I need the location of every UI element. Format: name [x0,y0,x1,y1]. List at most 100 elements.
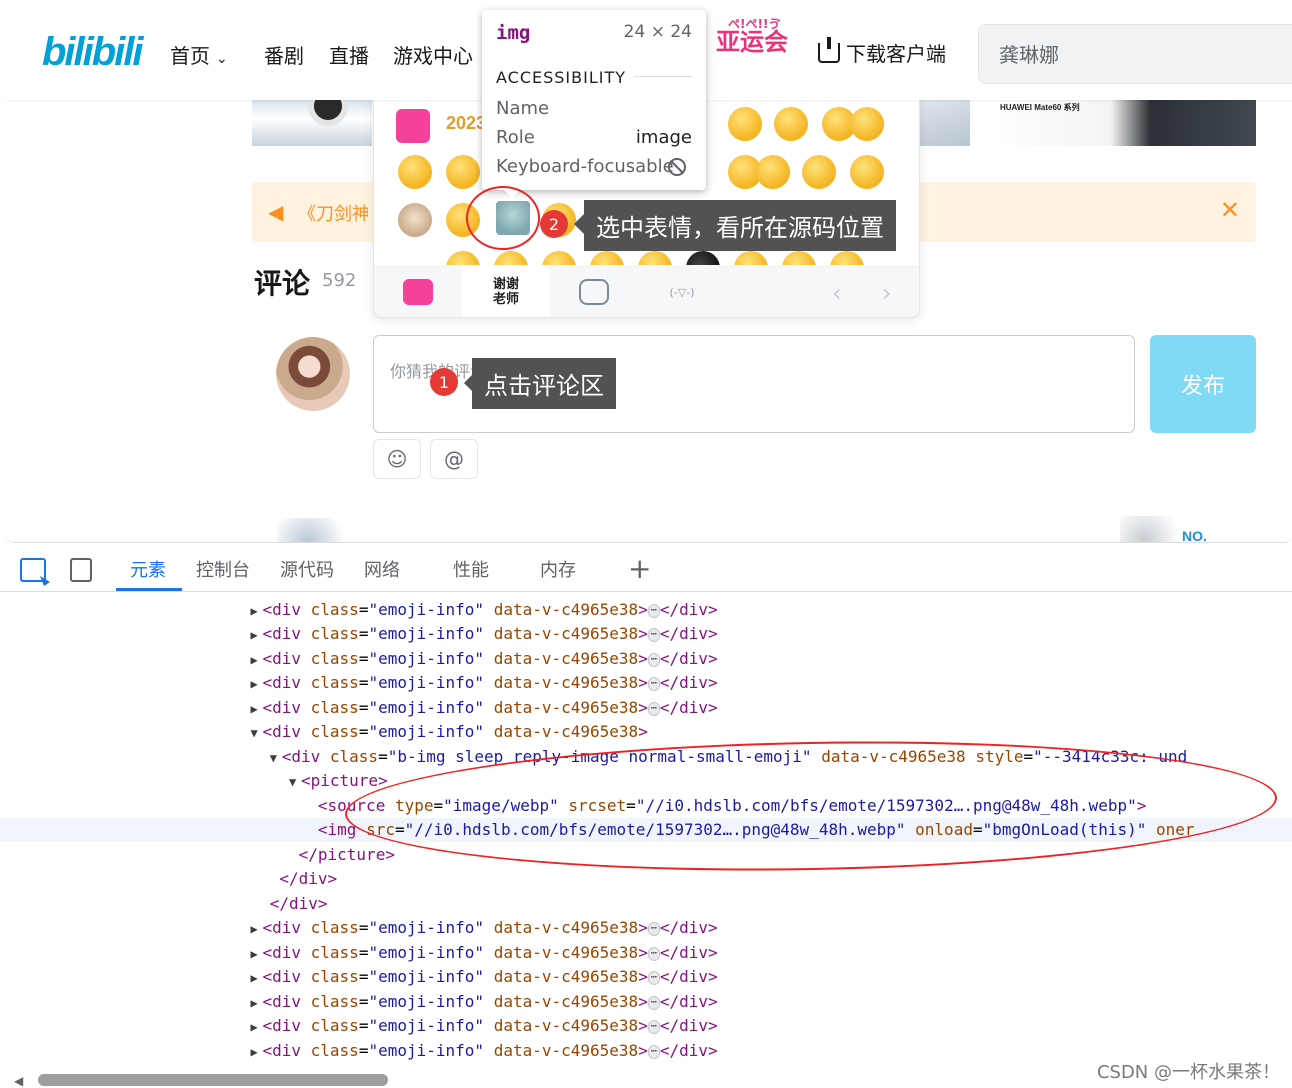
peek-label: NO. [1182,528,1207,543]
scroll-left-icon[interactable]: ◀ [14,1074,23,1088]
banner-image-mid[interactable] [918,100,970,146]
step-2-callout: 选中表情，看所在源码位置 [584,200,896,251]
download-client-link[interactable]: 下载客户端 [818,36,946,67]
inspector-section: ACCESSIBILITY [496,68,627,87]
nav-bangumi[interactable]: 番剧 [264,40,304,69]
active-tab-indicator [116,588,182,591]
tab-sources[interactable]: 源代码 [280,556,334,582]
notice-text[interactable]: 《刀剑神 [298,200,368,226]
comment-decoration-peek: NO. [1120,516,1207,542]
nav-home[interactable]: 首页 ⌄ [170,40,228,69]
banner-brand-text: HUAWEI Mate60 系列 [1000,103,1080,112]
dom-node-line[interactable]: ▶ <div class="emoji-info" data-v-c4965e38… [0,990,1292,1014]
dom-node-line[interactable]: ▶ <div class="emoji-info" data-v-c4965e38… [0,696,1292,720]
avatar[interactable] [276,337,350,411]
more-tabs-icon[interactable]: + [628,552,651,585]
expand-arrow-icon[interactable]: ▶ [250,648,262,672]
banner-image-right[interactable]: HUAWEI Mate60 系列 [992,100,1256,146]
emoji-item[interactable] [756,155,790,189]
dom-node-close[interactable]: </div> [0,892,1292,916]
chevron-right-icon[interactable]: › [882,279,892,307]
highlight-circle [466,186,540,250]
emoji-item[interactable] [398,155,432,189]
dom-node-line[interactable]: ▶ <div class="emoji-info" data-v-c4965e38… [0,671,1292,695]
inspector-key: Role [496,127,535,148]
chevron-down-icon: ⌄ [216,51,228,67]
collapse-arrow-icon[interactable]: ▼ [289,770,301,794]
asiad-text: 亚运会 [716,28,788,56]
expand-arrow-icon[interactable]: ▶ [250,1015,262,1039]
search-input[interactable]: 龚琳娜 [978,24,1292,84]
emoji-item[interactable] [446,155,480,189]
expand-arrow-icon[interactable]: ▶ [250,1040,262,1064]
emoji-item[interactable] [802,155,836,189]
dom-node-line[interactable]: ▶ <div class="emoji-info" data-v-c4965e38… [0,941,1292,965]
collapse-arrow-icon[interactable]: ▼ [270,746,282,770]
comments-title: 评论 [254,267,311,300]
dom-node-close[interactable]: </div> [0,867,1292,891]
emoji-tab-robot[interactable] [550,265,638,317]
tab-elements[interactable]: 元素 [130,556,166,582]
collapse-arrow-icon[interactable]: ▼ [250,721,262,745]
emoji-item[interactable] [850,155,884,189]
emoji-tab-text-label: 谢谢老师 [492,277,519,307]
emoji-tabs: 谢谢老师 (-▽-) ‹ › [374,265,919,317]
tab-network[interactable]: 网络 [364,556,400,582]
device-toolbar-icon[interactable] [70,558,92,582]
tab-memory[interactable]: 内存 [540,556,576,582]
dom-node-line[interactable]: ▶ <div class="emoji-info" data-v-c4965e38… [0,916,1292,940]
robot-icon [579,279,609,305]
tab-performance[interactable]: 性能 [453,556,489,582]
dom-node-line[interactable]: ▶ <div class="emoji-info" data-v-c4965e38… [0,1014,1292,1038]
chevron-left-icon[interactable]: ‹ [832,279,842,307]
bilibili-logo[interactable]: bilibili [42,30,144,75]
comment-avatar-peek [276,518,356,542]
nav-live[interactable]: 直播 [329,40,369,69]
nav-home-label: 首页 [170,44,210,68]
tab-console[interactable]: 控制台 [196,556,250,582]
emoji-item[interactable] [850,107,884,141]
at-icon: @ [444,447,464,471]
emoji-item[interactable] [398,203,432,237]
dom-node-line[interactable]: ▶ <div class="emoji-info" data-v-c4965e38… [0,647,1292,671]
comments-count: 592 [322,270,357,291]
expand-arrow-icon[interactable]: ▶ [250,917,262,941]
expand-arrow-icon[interactable]: ▶ [250,672,262,696]
inspector-rule [634,76,692,77]
emoji-item[interactable] [396,109,430,143]
emoji-item[interactable] [774,107,808,141]
inspect-element-icon[interactable] [20,558,46,582]
expand-arrow-icon[interactable]: ▶ [250,697,262,721]
expand-arrow-icon[interactable]: ▶ [250,942,262,966]
emoji-button[interactable]: ☺ [373,439,421,479]
emoji-item[interactable]: 2023 [446,113,486,147]
step-2-badge: 2 [540,210,568,238]
expand-arrow-icon[interactable]: ▶ [250,623,262,647]
tv-icon [403,279,433,305]
nav-game-center[interactable]: 游戏中心 [393,40,473,69]
inspector-value: image [635,127,692,148]
dom-node-line-expanded[interactable]: ▼ <div class="emoji-info" data-v-c4965e38… [0,720,1292,744]
step-1-badge: 1 [430,368,458,396]
expand-arrow-icon[interactable]: ▶ [250,966,262,990]
emoji-tab-kaomoji[interactable]: (-▽-) [638,265,726,317]
emoji-item[interactable] [728,107,762,141]
dom-node-line[interactable]: ▶ <div class="emoji-info" data-v-c4965e38… [0,598,1292,622]
dom-node-line[interactable]: ▶ <div class="emoji-info" data-v-c4965e38… [0,622,1292,646]
close-icon[interactable]: ✕ [1220,196,1240,224]
expand-arrow-icon[interactable]: ▶ [250,599,262,623]
expand-arrow-icon[interactable]: ▶ [250,991,262,1015]
inspector-key: Name [496,98,550,119]
horizontal-scrollbar[interactable] [38,1074,388,1086]
publish-button[interactable]: 发布 [1150,335,1256,433]
speaker-icon: ◀ [268,200,284,224]
mention-button[interactable]: @ [430,439,478,479]
not-allowed-icon [668,158,686,176]
screenshot-root: bilibili 首页 ⌄ 番剧 直播 游戏中心 ぺ!ぺ!!ゔ 亚运会 下载客户端… [0,0,1292,1088]
emoji-tab-tv[interactable] [374,265,462,317]
camera-lens-graphic [308,100,348,126]
banner-image-left[interactable] [252,100,372,146]
dom-node-line[interactable]: ▶ <div class="emoji-info" data-v-c4965e38… [0,965,1292,989]
emoji-tab-text[interactable]: 谢谢老师 [462,265,550,317]
asiad-entry[interactable]: ぺ!ぺ!!ゔ 亚运会 [716,18,788,54]
